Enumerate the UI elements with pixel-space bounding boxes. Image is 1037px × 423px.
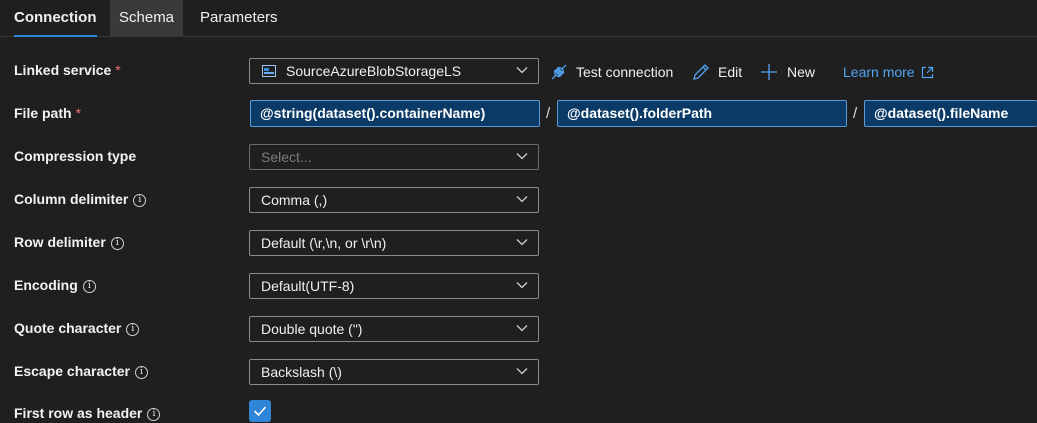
column-delimiter-value: Comma (,) <box>261 192 328 208</box>
quote-character-label: Quote character i <box>14 320 140 336</box>
test-connection-button[interactable]: Test connection <box>549 62 677 82</box>
chevron-down-icon <box>516 239 528 246</box>
chevron-down-icon <box>516 196 528 203</box>
compression-type-label-text: Compression type <box>14 148 137 164</box>
encoding-select[interactable]: Default(UTF-8) <box>249 273 539 299</box>
first-row-header-label-text: First row as header <box>14 405 143 421</box>
column-delimiter-label-text: Column delimiter <box>14 191 129 207</box>
info-icon[interactable]: i <box>133 194 147 207</box>
required-mark: * <box>75 105 82 121</box>
chevron-down-icon <box>516 282 528 289</box>
quote-character-label-text: Quote character <box>14 320 122 336</box>
quote-character-value: Double quote (") <box>261 321 363 337</box>
linked-service-label-text: Linked service <box>14 62 112 78</box>
folder-path-input[interactable]: @dataset().folderPath <box>557 100 847 127</box>
container-name-value: @string(dataset().containerName) <box>260 105 486 121</box>
chevron-down-icon <box>516 67 528 74</box>
escape-character-label-text: Escape character <box>14 363 130 379</box>
plug-icon <box>551 64 567 80</box>
plus-icon <box>761 64 777 80</box>
encoding-label: Encoding i <box>14 277 96 293</box>
checkmark-icon <box>253 406 267 417</box>
external-link-icon <box>922 66 934 79</box>
required-mark: * <box>115 62 121 78</box>
row-delimiter-label: Row delimiter i <box>14 234 124 250</box>
column-delimiter-label: Column delimiter i <box>14 191 147 207</box>
new-button[interactable]: New <box>759 62 819 82</box>
learn-more-link[interactable]: Learn more <box>843 62 934 82</box>
file-path-label-text: File path <box>14 105 72 121</box>
tab-connection[interactable]: Connection <box>14 0 97 37</box>
linked-service-label: Linked service * <box>14 62 121 78</box>
first-row-header-checkbox[interactable] <box>249 400 271 422</box>
escape-character-label: Escape character i <box>14 363 148 379</box>
tab-parameters[interactable]: Parameters <box>200 0 278 36</box>
chevron-down-icon <box>516 153 528 160</box>
info-icon[interactable]: i <box>147 408 161 421</box>
compression-type-label: Compression type <box>14 148 136 164</box>
linked-service-select[interactable]: SourceAzureBlobStorageLS <box>249 58 539 84</box>
file-name-value: @dataset().fileName <box>874 105 1009 121</box>
container-name-input[interactable]: @string(dataset().containerName) <box>250 100 540 127</box>
folder-path-value: @dataset().folderPath <box>567 105 713 121</box>
chevron-down-icon <box>516 325 528 332</box>
column-delimiter-select[interactable]: Comma (,) <box>249 187 539 213</box>
path-separator: / <box>853 105 858 122</box>
tab-bar: Connection Schema Parameters <box>0 0 1037 37</box>
file-path-label: File path * <box>14 105 81 121</box>
edit-label: Edit <box>718 64 743 80</box>
edit-button[interactable]: Edit <box>691 62 746 82</box>
info-icon[interactable]: i <box>82 280 96 293</box>
test-connection-label: Test connection <box>576 64 674 80</box>
info-icon[interactable]: i <box>126 323 140 336</box>
linked-service-value: SourceAzureBlobStorageLS <box>286 63 462 79</box>
escape-character-select[interactable]: Backslash (\) <box>249 359 539 385</box>
storage-icon <box>262 65 276 77</box>
file-name-input[interactable]: @dataset().fileName <box>864 100 1037 127</box>
escape-character-value: Backslash (\) <box>261 364 342 380</box>
row-delimiter-value: Default (\r,\n, or \r\n) <box>261 235 387 251</box>
pencil-icon <box>693 64 709 80</box>
chevron-down-icon <box>516 368 528 375</box>
new-label: New <box>787 64 816 80</box>
encoding-value: Default(UTF-8) <box>261 278 355 294</box>
first-row-header-label: First row as header i <box>14 405 161 421</box>
compression-type-placeholder: Select... <box>261 149 312 165</box>
learn-more-label: Learn more <box>843 64 915 80</box>
encoding-label-text: Encoding <box>14 277 78 293</box>
tab-schema[interactable]: Schema <box>110 0 184 36</box>
info-icon[interactable]: i <box>110 237 124 250</box>
compression-type-select[interactable]: Select... <box>249 144 539 170</box>
quote-character-select[interactable]: Double quote (") <box>249 316 539 342</box>
path-separator: / <box>546 105 551 122</box>
row-delimiter-select[interactable]: Default (\r,\n, or \r\n) <box>249 230 539 256</box>
row-delimiter-label-text: Row delimiter <box>14 234 106 250</box>
info-icon[interactable]: i <box>134 366 148 379</box>
